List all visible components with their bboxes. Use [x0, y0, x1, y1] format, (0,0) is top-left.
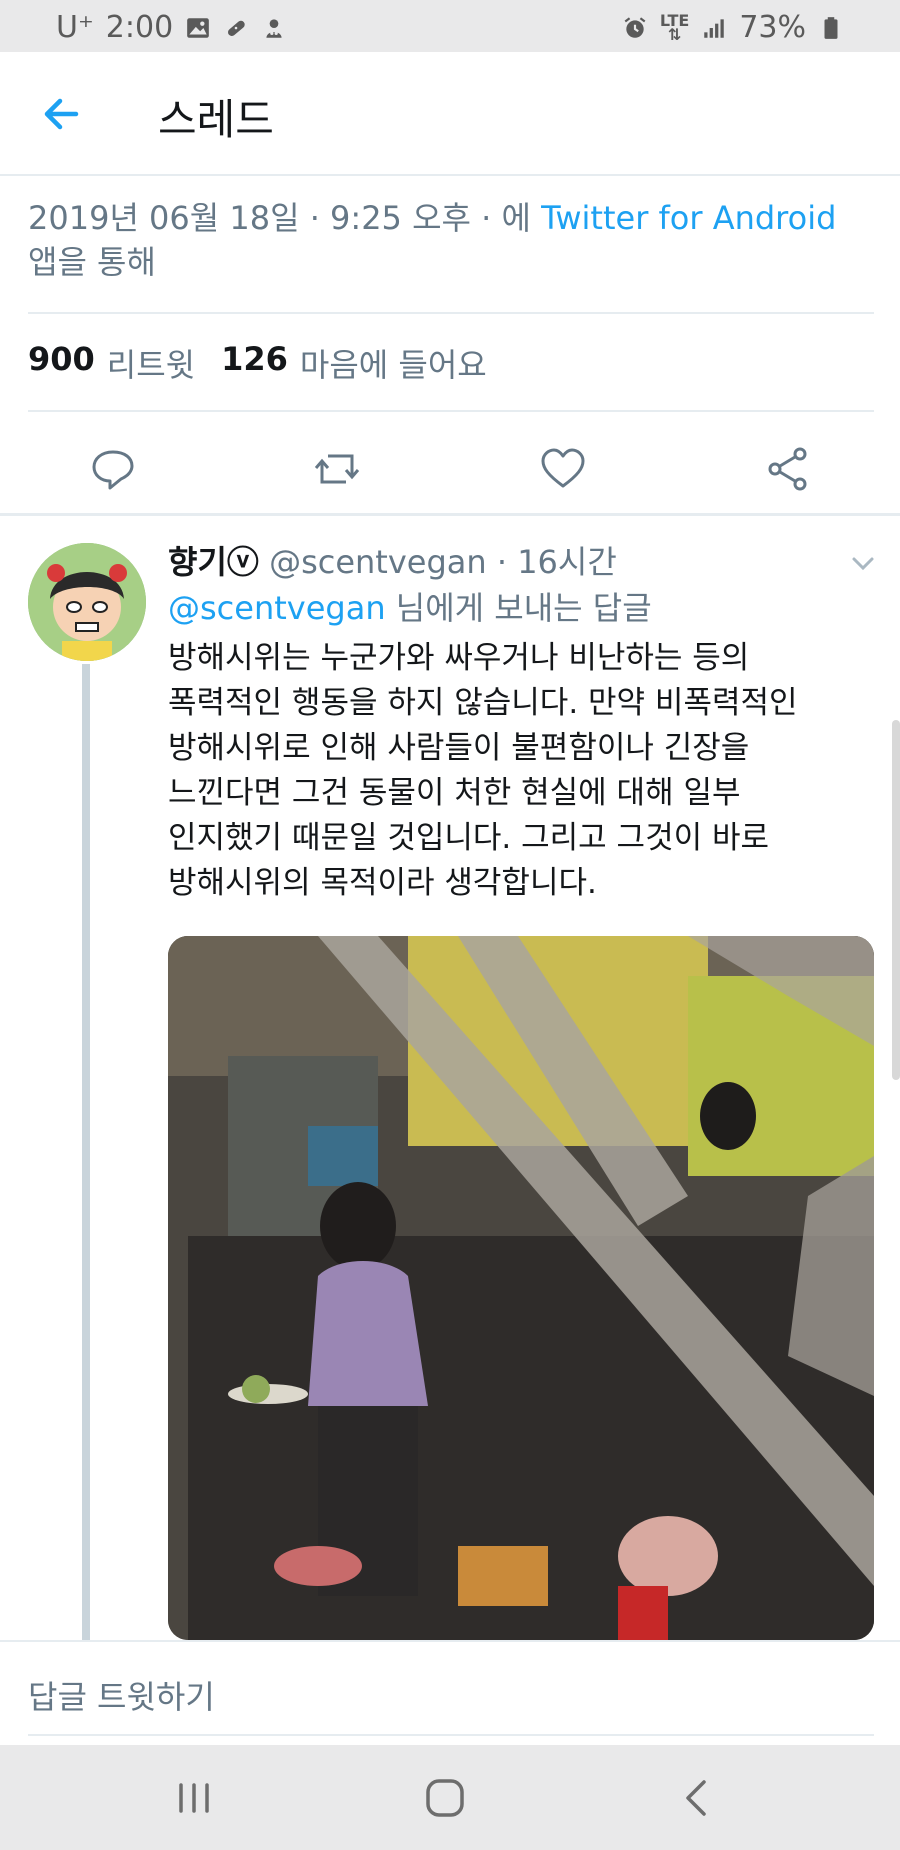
reply-to: @scentvegan 님에게 보내는 답글: [168, 586, 652, 630]
tweet-media-video[interactable]: [168, 936, 874, 1640]
video-frame-image: [168, 936, 874, 1640]
retweet-icon[interactable]: [312, 444, 362, 494]
reply-input-underline: [28, 1734, 874, 1736]
notification-icon: [266, 18, 282, 38]
reply-input[interactable]: 답글 트윗하기: [28, 1672, 215, 1718]
tweet-source-link[interactable]: Twitter for Android: [541, 199, 836, 237]
alarm-icon: [624, 16, 646, 38]
signal-icon: [704, 18, 725, 38]
battery-percent: 73%: [739, 10, 806, 45]
tweet-meta: 2019년 06월 18일 · 9:25 오후 · 에 Twitter for …: [28, 196, 878, 284]
tweet-body-line: 방해시위는 누군가와 싸우거나 비난하는 등의: [168, 640, 750, 676]
tweet-body-line: 방해시위로 인해 사람들이 불편함이나 긴장을: [168, 730, 750, 766]
retweets-label: 리트윗: [106, 346, 196, 384]
carrier-label: U⁺: [56, 10, 94, 45]
battery-icon: [824, 16, 838, 39]
lte-icon: LTE ⇅: [660, 12, 689, 44]
scrollbar[interactable]: [892, 720, 900, 1080]
status-right: LTE ⇅ 73%: [622, 10, 844, 45]
bandage-icon: [228, 20, 245, 36]
status-time: 2:00: [105, 10, 174, 45]
image-icon: [187, 17, 210, 38]
tweet-actions: [0, 434, 900, 514]
tweet-source-suffix: 앱을 통해: [28, 243, 156, 281]
retweets-stat[interactable]: 900 리트윗: [28, 340, 195, 386]
author-handle[interactable]: @scentvegan: [269, 543, 487, 581]
thread-line: [82, 664, 90, 1640]
reply-icon[interactable]: [88, 444, 138, 494]
likes-stat[interactable]: 126 마음에 들어요: [221, 340, 487, 386]
avatar-illustration: [28, 543, 146, 661]
reply-bar: 답글 트윗하기: [0, 1640, 900, 1745]
status-bar: U⁺ 2:00 LTE ⇅ 73%: [0, 0, 900, 52]
share-icon[interactable]: [763, 444, 813, 494]
tweet-body-line: 폭력적인 행동을 하지 않습니다. 만약 비폭력적인: [168, 685, 798, 721]
tweet-body-line: 느낀다면 그건 동물이 처한 현실에 대해 일부: [168, 775, 741, 811]
likes-count: 126: [221, 340, 288, 378]
avatar[interactable]: [28, 543, 146, 661]
retweets-count: 900: [28, 340, 95, 378]
page-title: 스레드: [158, 95, 274, 144]
author-name[interactable]: 향기ⓥ: [168, 543, 259, 581]
tweet-body: 방해시위는 누군가와 싸우거나 비난하는 등의 폭력적인 행동을 하지 않습니다…: [168, 636, 848, 906]
tweet-stats: 900 리트윗 126 마음에 들어요: [28, 340, 487, 386]
back-arrow-icon[interactable]: [36, 88, 88, 140]
reply-header: 향기ⓥ @scentvegan · 16시간: [168, 538, 617, 586]
status-left: U⁺ 2:00: [56, 10, 287, 45]
header: 스레드: [0, 52, 900, 176]
tweet-body-line: 인지했기 때문일 것입니다. 그리고 그것이 바로: [168, 820, 770, 856]
divider: [28, 312, 874, 314]
reply-time: · 16시간: [496, 543, 617, 581]
system-nav-bar: [0, 1745, 900, 1850]
reply-to-handle[interactable]: @scentvegan: [168, 589, 386, 627]
lte-arrows-label: ⇅: [667, 24, 682, 44]
recent-apps-icon[interactable]: [169, 1775, 219, 1821]
likes-label: 마음에 들어요: [299, 346, 487, 384]
like-heart-icon[interactable]: [538, 444, 588, 494]
tweet-date: 2019년 06월 18일 · 9:25 오후 · 에: [28, 199, 531, 237]
back-icon[interactable]: [672, 1775, 722, 1821]
divider: [28, 410, 874, 412]
chevron-down-icon[interactable]: [848, 548, 878, 578]
home-icon[interactable]: [420, 1775, 470, 1821]
section-divider: [0, 513, 900, 516]
reply-to-suffix: 님에게 보내는 답글: [395, 589, 652, 627]
tweet-body-line: 방해시위의 목적이라 생각합니다.: [168, 865, 597, 901]
